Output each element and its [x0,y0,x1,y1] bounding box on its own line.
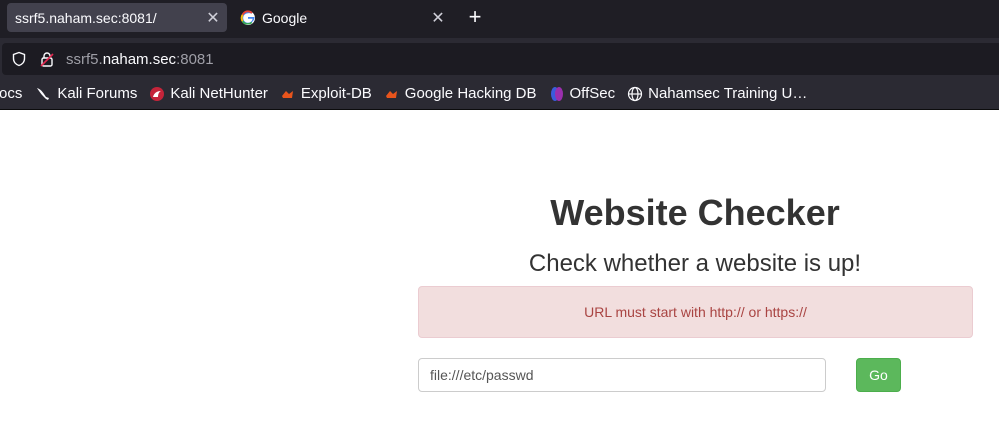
bookmark-google-hacking-db[interactable]: Google Hacking DB [384,85,537,102]
kali-dragon-icon [36,86,52,102]
page-title: Website Checker [550,192,840,233]
new-tab-button[interactable]: + [462,5,488,31]
bookmark-kali-forums[interactable]: Kali Forums [36,85,137,102]
exploit-db-icon [384,86,400,102]
bookmarks-toolbar: ocs Kali Forums Kali NetHunter Exploit-D… [0,78,999,110]
bookmark-exploit-db[interactable]: Exploit-DB [280,85,372,102]
page-subtitle: Check whether a website is up! [528,250,862,277]
insecure-lock-icon[interactable] [36,48,58,70]
tab-google[interactable]: Google ✕ [232,3,452,32]
url-text[interactable]: ssrf5.naham.sec:8081 [66,51,214,68]
tab-strip: ssrf5.naham.sec:8081/ ✕ Google ✕ + [0,0,999,38]
url-input[interactable] [418,358,826,392]
nethunter-icon [149,86,165,102]
navigation-bar: ssrf5.naham.sec:8081 [0,38,999,78]
tab-title: ssrf5.naham.sec:8081/ [15,9,157,26]
close-icon[interactable]: ✕ [424,8,452,28]
tab-ssrf5[interactable]: ssrf5.naham.sec:8081/ ✕ [7,3,227,32]
google-icon [240,9,256,26]
bookmark-docs[interactable]: ocs [0,85,22,102]
exploit-db-icon [280,86,296,102]
bookmark-nahamsec-training[interactable]: Nahamsec Training U… [627,85,807,102]
page-content: Website Checker Check whether a website … [0,110,999,432]
globe-icon [627,86,643,102]
offsec-icon [549,86,565,102]
tab-title: Google [262,9,308,26]
url-bar[interactable]: ssrf5.naham.sec:8081 [2,43,999,75]
bookmark-offsec[interactable]: OffSec [549,85,615,102]
bookmark-kali-nethunter[interactable]: Kali NetHunter [149,85,268,102]
go-button[interactable]: Go [856,358,901,392]
error-alert: URL must start with http:// or https:// [418,286,973,338]
close-icon[interactable]: ✕ [199,8,227,28]
shield-icon[interactable] [8,48,30,70]
